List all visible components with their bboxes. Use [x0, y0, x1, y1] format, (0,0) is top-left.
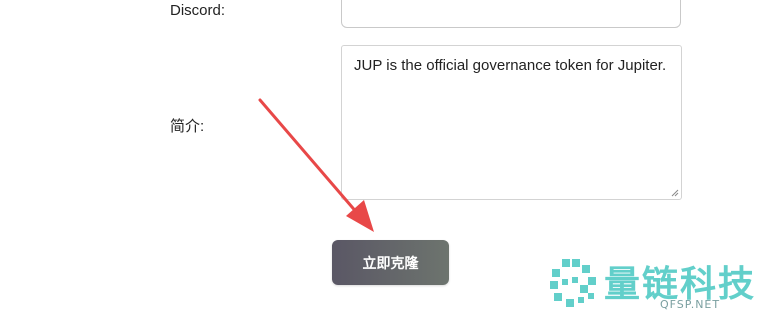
watermark: 量链科技 QFSP.NET [548, 255, 768, 314]
watermark-logo-icon [550, 259, 596, 307]
watermark-site: QFSP.NET [660, 298, 721, 311]
